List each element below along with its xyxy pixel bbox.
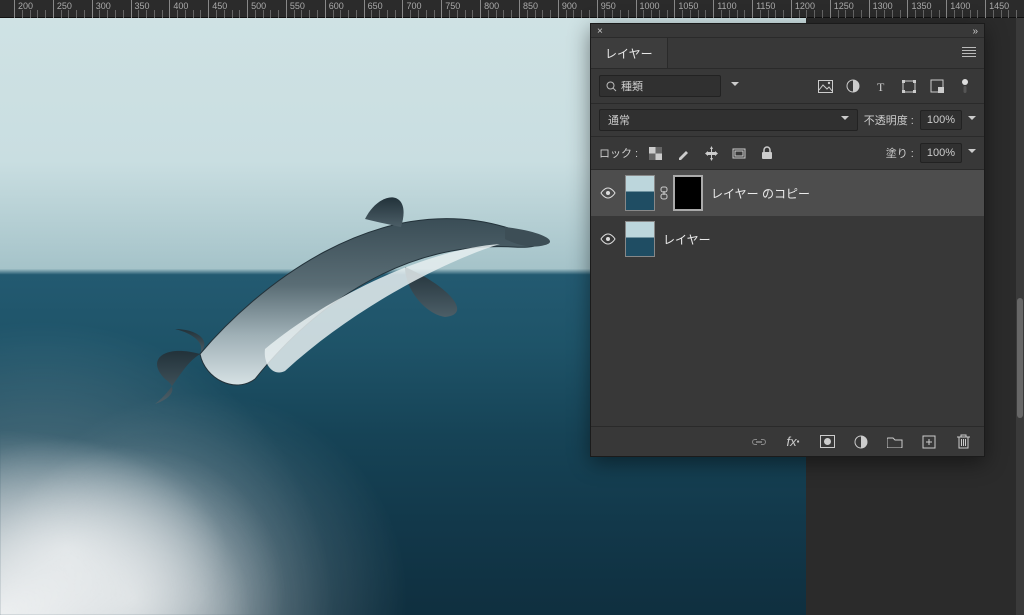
fill-label: 塗り : [886, 145, 914, 161]
ruler-tick: 1250 [830, 0, 831, 18]
lock-transparent-icon[interactable] [644, 142, 666, 164]
panel-top-strip: × » [591, 24, 984, 38]
ruler-tick: 1400 [946, 0, 947, 18]
chevron-down-icon [841, 113, 849, 127]
ruler-tick: 350 [131, 0, 132, 18]
ruler-tick: 750 [441, 0, 442, 18]
ruler-tick: 500 [247, 0, 248, 18]
fill-input[interactable]: 100% [920, 143, 962, 163]
ruler-tick: 250 [53, 0, 54, 18]
layer-name[interactable]: レイヤー のコピー [711, 185, 810, 202]
adjustment-circle-icon[interactable] [850, 431, 872, 453]
ruler-tick: 1050 [674, 0, 675, 18]
ruler-tick: 200 [14, 0, 15, 18]
type-icon[interactable]: T [870, 75, 892, 97]
ruler-tick: 850 [519, 0, 520, 18]
ruler-tick: 1350 [907, 0, 908, 18]
opacity-input[interactable]: 100% [920, 110, 962, 130]
layer-thumbnail[interactable] [625, 221, 655, 257]
layer-thumbnails [625, 175, 703, 211]
layer-thumbnail[interactable] [625, 175, 655, 211]
ruler-tick: 600 [325, 0, 326, 18]
filter-row: 種類 T [591, 68, 984, 104]
close-icon[interactable]: × [597, 26, 603, 37]
panel-footer: fx▪ [591, 426, 984, 456]
vertical-scrollbar[interactable] [1016, 18, 1024, 615]
layer-row[interactable]: レイヤー のコピー [591, 170, 984, 216]
ruler-tick: 700 [402, 0, 403, 18]
ruler-tick: 800 [480, 0, 481, 18]
ruler-tick: 1150 [752, 0, 753, 18]
ruler-tick: 450 [208, 0, 209, 18]
image-icon[interactable] [814, 75, 836, 97]
panel-tabs: レイヤー [591, 38, 984, 68]
visibility-eye-icon[interactable] [599, 187, 617, 199]
visibility-eye-icon[interactable] [599, 233, 617, 245]
link-icon[interactable] [748, 431, 770, 453]
chevron-down-icon[interactable] [968, 113, 976, 127]
collapse-icon[interactable]: » [972, 26, 978, 37]
new-layer-icon[interactable] [918, 431, 940, 453]
layer-row[interactable]: レイヤー [591, 216, 984, 262]
shape-icon[interactable] [898, 75, 920, 97]
search-icon [606, 81, 617, 92]
layer-thumbnails [625, 221, 655, 257]
chevron-down-icon[interactable] [727, 75, 743, 97]
ruler-tick: 1000 [636, 0, 637, 18]
chevron-down-icon[interactable] [968, 146, 976, 160]
svg-text:T: T [877, 80, 885, 93]
opacity-label: 不透明度 : [864, 112, 914, 128]
blend-mode-dropdown[interactable]: 通常 [599, 109, 858, 131]
trash-icon[interactable] [952, 431, 974, 453]
ruler-tick: 1200 [791, 0, 792, 18]
ruler-tick: 950 [597, 0, 598, 18]
ruler-tick: 1450 [985, 0, 986, 18]
smartobject-icon[interactable] [926, 75, 948, 97]
filter-toggle-icon[interactable] [954, 75, 976, 97]
mask-icon[interactable] [816, 431, 838, 453]
filter-type-label: 種類 [621, 78, 643, 94]
lock-row: ロック : 塗り : 100% [591, 137, 984, 170]
filter-type-dropdown[interactable]: 種類 [599, 75, 721, 97]
mask-thumbnail[interactable] [673, 175, 703, 211]
adjustment-icon[interactable] [842, 75, 864, 97]
folder-icon[interactable] [884, 431, 906, 453]
ruler-tick: 400 [169, 0, 170, 18]
lock-move-icon[interactable] [700, 142, 722, 164]
layers-list: レイヤー のコピーレイヤー [591, 170, 984, 426]
blend-row: 通常 不透明度 : 100% [591, 104, 984, 137]
layers-panel: × » レイヤー 種類 T 通常 不透明度 : 100% ロック : [590, 23, 985, 457]
lock-brush-icon[interactable] [672, 142, 694, 164]
fx-icon[interactable]: fx▪ [782, 431, 804, 453]
panel-menu-icon[interactable] [962, 47, 976, 57]
layer-name[interactable]: レイヤー [663, 231, 711, 248]
ruler-tick: 300 [92, 0, 93, 18]
dolphin [145, 149, 565, 409]
tab-layers[interactable]: レイヤー [591, 38, 668, 68]
ruler-tick: 1300 [869, 0, 870, 18]
ruler-tick: 900 [558, 0, 559, 18]
horizontal-ruler: 200 250 300 350 400 450 500 550 600 650 700 750 800 8… [0, 0, 1024, 18]
scrollbar-thumb[interactable] [1017, 298, 1023, 418]
lock-artboard-icon[interactable] [728, 142, 750, 164]
lock-label: ロック : [599, 145, 638, 161]
mask-link-icon[interactable] [659, 186, 669, 200]
ruler-tick: 650 [364, 0, 365, 18]
lock-all-icon[interactable] [756, 142, 778, 164]
blend-mode-label: 通常 [608, 112, 630, 128]
ruler-tick: 1100 [713, 0, 714, 18]
ruler-tick: 550 [286, 0, 287, 18]
